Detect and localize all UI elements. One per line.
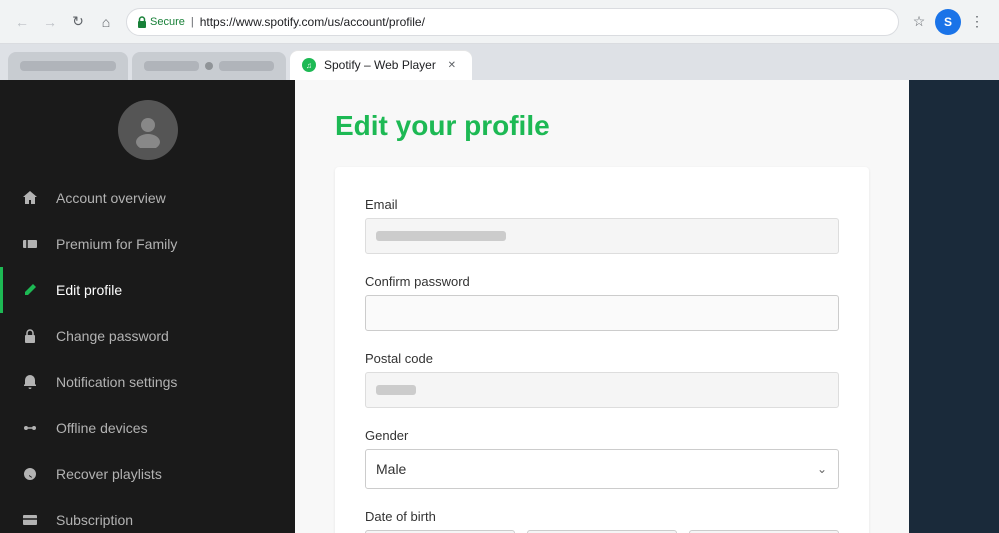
sidebar-item-edit-profile[interactable]: Edit profile [0,267,295,313]
sidebar-label-notification-settings: Notification settings [56,374,177,390]
ticket-icon [20,234,40,254]
sidebar-label-edit-profile: Edit profile [56,282,122,298]
edit-icon [20,280,40,300]
secure-icon: Secure [137,16,185,28]
home-icon [20,188,40,208]
tab-title: Spotify – Web Player [324,58,436,72]
gender-select[interactable]: Male Female Non-binary Other Prefer not … [365,449,839,489]
right-panel [909,80,999,533]
sidebar-label-offline-devices: Offline devices [56,420,148,436]
devices-icon [20,418,40,438]
postal-code-input-blurred [365,372,839,408]
sidebar-item-notification-settings[interactable]: Notification settings [0,359,295,405]
form-card: Email Confirm password Postal code Gende… [335,167,869,533]
blurred-tab-content-2 [144,61,199,71]
sidebar-item-offline-devices[interactable]: Offline devices [0,405,295,451]
tab-favicon: ♫ [302,58,316,72]
gender-label: Gender [365,428,839,443]
sidebar-navigation: Account overview Premium for Family [0,175,295,533]
main-content: Account overview Premium for Family [0,80,999,533]
gender-select-wrapper: Male Female Non-binary Other Prefer not … [365,449,839,489]
tab-dot [205,62,213,70]
reload-button[interactable]: ↻ [66,10,90,34]
address-bar[interactable]: Secure | https://www.spotify.com/us/acco… [126,8,899,36]
sidebar-item-recover-playlists[interactable]: Recover playlists [0,451,295,497]
email-input-blurred [365,218,839,254]
avatar [118,100,178,160]
email-label: Email [365,197,839,212]
dob-group: Date of birth ⌄ ⌄ [365,509,839,533]
profile-icon-button[interactable]: S [935,9,961,35]
confirm-password-group: Confirm password [365,274,839,331]
forward-button[interactable]: → [38,10,62,34]
home-button[interactable]: ⌂ [94,10,118,34]
secure-label: Secure [150,16,185,28]
back-button[interactable]: ← [10,10,34,34]
confirm-password-input[interactable] [365,295,839,331]
more-options-button[interactable]: ⋮ [965,10,989,34]
sidebar-label-subscription: Subscription [56,512,133,528]
dob-label: Date of birth [365,509,839,524]
recover-icon [20,464,40,484]
postal-blur-bar [376,385,416,395]
email-group: Email [365,197,839,254]
browser-chrome: ← → ↻ ⌂ Secure | https://www.spotify.com… [0,0,999,44]
bookmark-button[interactable]: ☆ [907,10,931,34]
subscription-icon [20,510,40,530]
confirm-password-label: Confirm password [365,274,839,289]
blurred-tab-content-3 [219,61,274,71]
page-title: Edit your profile [335,110,869,142]
gender-group: Gender Male Female Non-binary Other Pref… [365,428,839,489]
sidebar-item-premium-for-family[interactable]: Premium for Family [0,221,295,267]
nav-buttons: ← → ↻ ⌂ [10,10,118,34]
blurred-tab-content [20,61,116,71]
blurred-tab-1[interactable] [8,52,128,80]
sidebar-item-account-overview[interactable]: Account overview [0,175,295,221]
sidebar: Account overview Premium for Family [0,80,295,533]
postal-code-label: Postal code [365,351,839,366]
bell-icon [20,372,40,392]
sidebar-label-account-overview: Account overview [56,190,166,206]
url-text: https://www.spotify.com/us/account/profi… [200,15,425,29]
page-content: Edit your profile Email Confirm password… [295,80,909,533]
sidebar-label-change-password: Change password [56,328,169,344]
postal-code-group: Postal code [365,351,839,408]
sidebar-label-premium-for-family: Premium for Family [56,236,177,252]
browser-actions: ☆ S ⋮ [907,9,989,35]
sidebar-label-recover-playlists: Recover playlists [56,466,162,482]
tab-close-button[interactable]: ✕ [444,57,460,73]
sidebar-item-change-password[interactable]: Change password [0,313,295,359]
tab-bar: ♫ Spotify – Web Player ✕ [0,44,999,80]
active-tab[interactable]: ♫ Spotify – Web Player ✕ [290,50,472,80]
lock-icon [20,326,40,346]
sidebar-avatar [0,80,295,175]
email-blur-bar [376,231,506,241]
sidebar-item-subscription[interactable]: Subscription [0,497,295,533]
blurred-tab-2[interactable] [132,52,286,80]
